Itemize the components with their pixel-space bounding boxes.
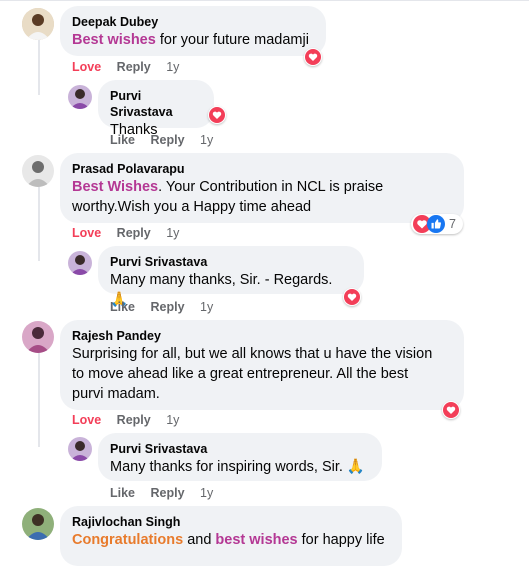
avatar[interactable] xyxy=(68,85,92,109)
timestamp[interactable]: 1y xyxy=(200,486,213,500)
avatar[interactable] xyxy=(22,8,54,40)
reply-text: Many thanks for inspiring words, Sir. 🙏 xyxy=(110,459,365,475)
hashtag-link[interactable]: Best Wishes xyxy=(72,179,158,195)
heart-icon xyxy=(305,49,321,65)
reply-button[interactable]: Reply xyxy=(151,133,185,147)
comment-bubble: Rajivlochan Singh Congratulations and be… xyxy=(60,506,402,566)
reply-button[interactable]: Reply xyxy=(117,226,151,240)
avatar[interactable] xyxy=(68,251,92,275)
avatar-image xyxy=(22,8,54,40)
comment-text-line: worthy.Wish you a Happy time ahead xyxy=(72,199,312,215)
love-reaction-badge[interactable] xyxy=(304,48,322,66)
reply-bubble: Purvi Srivastava Many many thanks, Sir. … xyxy=(98,246,364,308)
avatar-image xyxy=(22,508,54,540)
comment-bubble: Rajesh Pandey Surprising for all, but we… xyxy=(60,320,464,410)
avatar[interactable] xyxy=(22,155,54,187)
hashtag-link[interactable]: Best wishes xyxy=(72,32,156,48)
timestamp[interactable]: 1y xyxy=(166,413,179,427)
timestamp[interactable]: 1y xyxy=(166,226,179,240)
avatar-image xyxy=(68,437,92,461)
love-button[interactable]: Love xyxy=(72,226,101,240)
reply-button[interactable]: Reply xyxy=(117,60,151,74)
reply-author[interactable]: Purvi Srivastava xyxy=(110,254,352,270)
reaction-count: 7 xyxy=(449,217,456,231)
avatar[interactable] xyxy=(22,508,54,540)
reply-button[interactable]: Reply xyxy=(151,486,185,500)
reply-actions: Like Reply 1y xyxy=(110,300,225,314)
like-button[interactable]: Like xyxy=(110,300,135,314)
reply-bubble: Purvi Srivastava Thanks xyxy=(98,80,214,138)
reply-author[interactable]: Purvi Srivastava xyxy=(110,441,370,457)
reply-bubble: Purvi Srivastava Many thanks for inspiri… xyxy=(98,433,382,481)
comment-actions: Love Reply 1y xyxy=(72,60,191,74)
like-icon xyxy=(427,215,445,233)
comment-actions: Love Reply 1y xyxy=(72,226,191,240)
avatar-image xyxy=(68,251,92,275)
comment-author[interactable]: Rajesh Pandey xyxy=(72,328,452,344)
comment-bubble: Prasad Polavarapu Best Wishes. Your Cont… xyxy=(60,153,464,223)
thread-line xyxy=(38,186,40,261)
reply-button[interactable]: Reply xyxy=(151,300,185,314)
comment-text-line: to move ahead like a great entrepreneur.… xyxy=(72,366,409,382)
comment-text: Congratulations and best wishes for happ… xyxy=(72,532,385,548)
avatar-image xyxy=(22,321,54,353)
love-reaction-badge[interactable] xyxy=(343,288,361,306)
love-button[interactable]: Love xyxy=(72,413,101,427)
comment-bubble: Deepak Dubey Best wishes for your future… xyxy=(60,6,326,56)
thread-line xyxy=(38,352,40,447)
reply-actions: Like Reply 1y xyxy=(110,486,225,500)
timestamp[interactable]: 1y xyxy=(200,133,213,147)
love-reaction-badge[interactable] xyxy=(208,106,226,124)
thread-line xyxy=(38,40,40,95)
avatar-image xyxy=(22,155,54,187)
comment-author[interactable]: Prasad Polavarapu xyxy=(72,161,452,177)
like-button[interactable]: Like xyxy=(110,133,135,147)
avatar-image xyxy=(68,85,92,109)
comment-text: Best Wishes. Your Contribution in NCL is… xyxy=(72,179,384,195)
comment-text-line: Surprising for all, but we all knows tha… xyxy=(72,346,433,362)
comment-text-line: purvi madam. xyxy=(72,386,160,402)
reaction-summary[interactable]: 7 xyxy=(411,214,463,234)
top-divider xyxy=(0,0,529,1)
hashtag-link[interactable]: Congratulations xyxy=(72,532,183,548)
heart-icon xyxy=(209,107,225,123)
comment-author[interactable]: Rajivlochan Singh xyxy=(72,514,390,530)
heart-icon xyxy=(344,289,360,305)
timestamp[interactable]: 1y xyxy=(166,60,179,74)
reply-author[interactable]: Purvi Srivastava xyxy=(110,88,202,120)
timestamp[interactable]: 1y xyxy=(200,300,213,314)
love-reaction-badge[interactable] xyxy=(442,401,460,419)
love-button[interactable]: Love xyxy=(72,60,101,74)
comment-author[interactable]: Deepak Dubey xyxy=(72,14,314,30)
comment-actions: Love Reply 1y xyxy=(72,413,191,427)
comment-text: Best wishes for your future madamji xyxy=(72,32,309,48)
like-button[interactable]: Like xyxy=(110,486,135,500)
avatar[interactable] xyxy=(22,321,54,353)
reply-button[interactable]: Reply xyxy=(117,413,151,427)
reply-actions: Like Reply 1y xyxy=(110,133,225,147)
hashtag-link[interactable]: best wishes xyxy=(215,532,297,548)
heart-icon xyxy=(443,402,459,418)
avatar[interactable] xyxy=(68,437,92,461)
